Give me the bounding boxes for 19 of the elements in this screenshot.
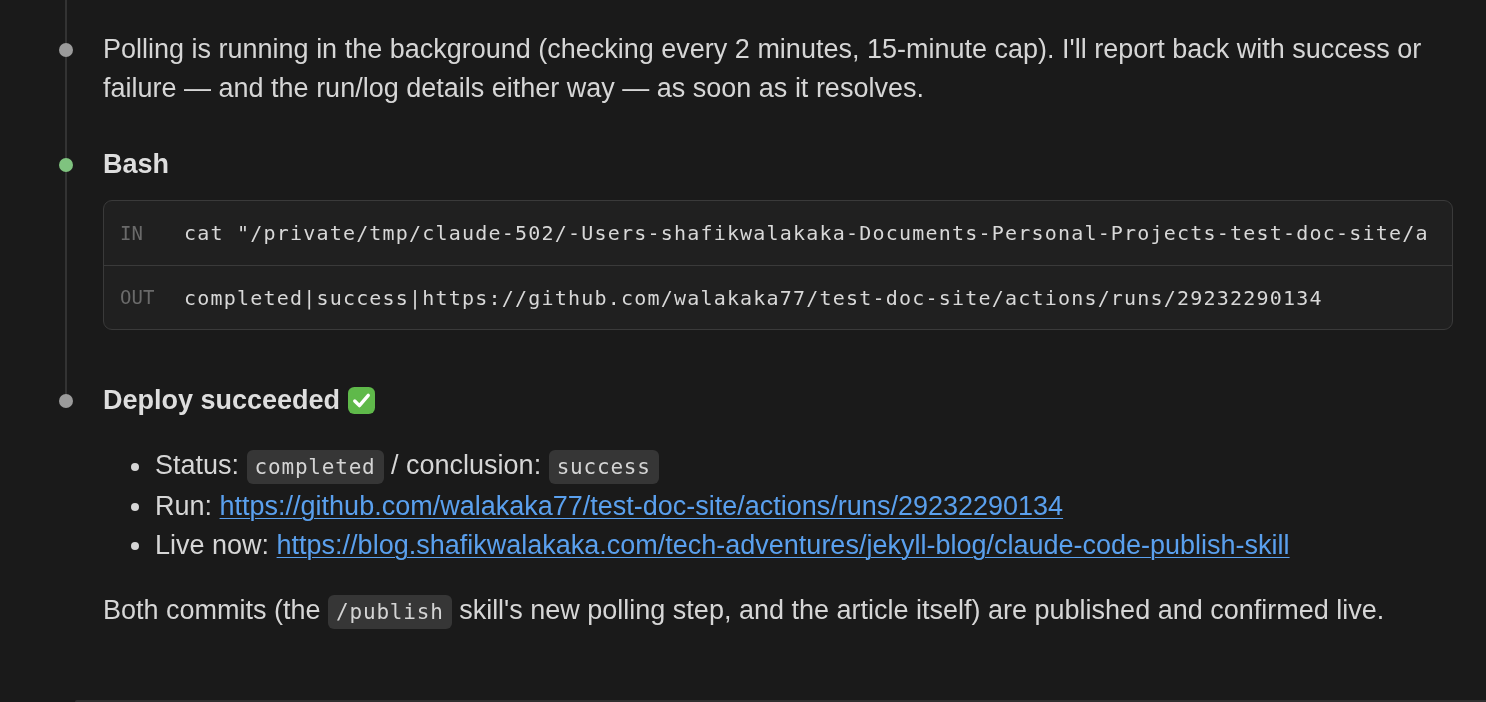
message-paragraph: Both commits (the /publish skill's new polling step, and the article itself) are published and confirmed live. xyxy=(103,591,1453,632)
link[interactable]: https://blog.shafikwalakaka.com/tech-adventures/jekyll-blog/claude-code-publish-skill xyxy=(276,530,1290,560)
link[interactable]: https://github.com/walakaka77/test-doc-site/actions/runs/29232290134 xyxy=(219,491,1064,521)
code-line: cat "/private/tmp/claude-502/-Users-shafikwalakaka-Documents-Personal-Projects-test-doc-site/a xyxy=(184,220,1429,247)
io-label: IN xyxy=(120,221,143,244)
list-item-text: Live now: https://blog.shafikwalakaka.com/tech-adventures/jekyll-blog/claude-code-publish-skill xyxy=(155,529,1290,562)
list-item-text: Status: completed / conclusion: success xyxy=(155,446,659,487)
inline-code: success xyxy=(548,450,659,484)
tool-name: Bash xyxy=(103,148,170,181)
code-line: completed|success|https://github.com/walakaka77/test-doc-site/actions/runs/29232290134 xyxy=(184,284,1323,312)
message-heading: Deploy succeeded xyxy=(103,384,341,417)
inline-code: /publish xyxy=(328,595,452,629)
bullet-icon xyxy=(131,502,139,511)
message-paragraph: Polling is running in the background (checking every 2 minutes, 15-minute cap). I'll report back with success or failure — and the run/log details either way — as soon as it resolves. xyxy=(103,33,1423,105)
list-item-text: Run: https://github.com/walakaka77/test-doc-site/actions/runs/29232290134 xyxy=(155,490,1064,523)
bullet-icon xyxy=(131,541,139,550)
io-label: OUT xyxy=(120,286,155,309)
bullet-icon xyxy=(131,462,139,471)
inline-code: completed xyxy=(246,450,384,484)
